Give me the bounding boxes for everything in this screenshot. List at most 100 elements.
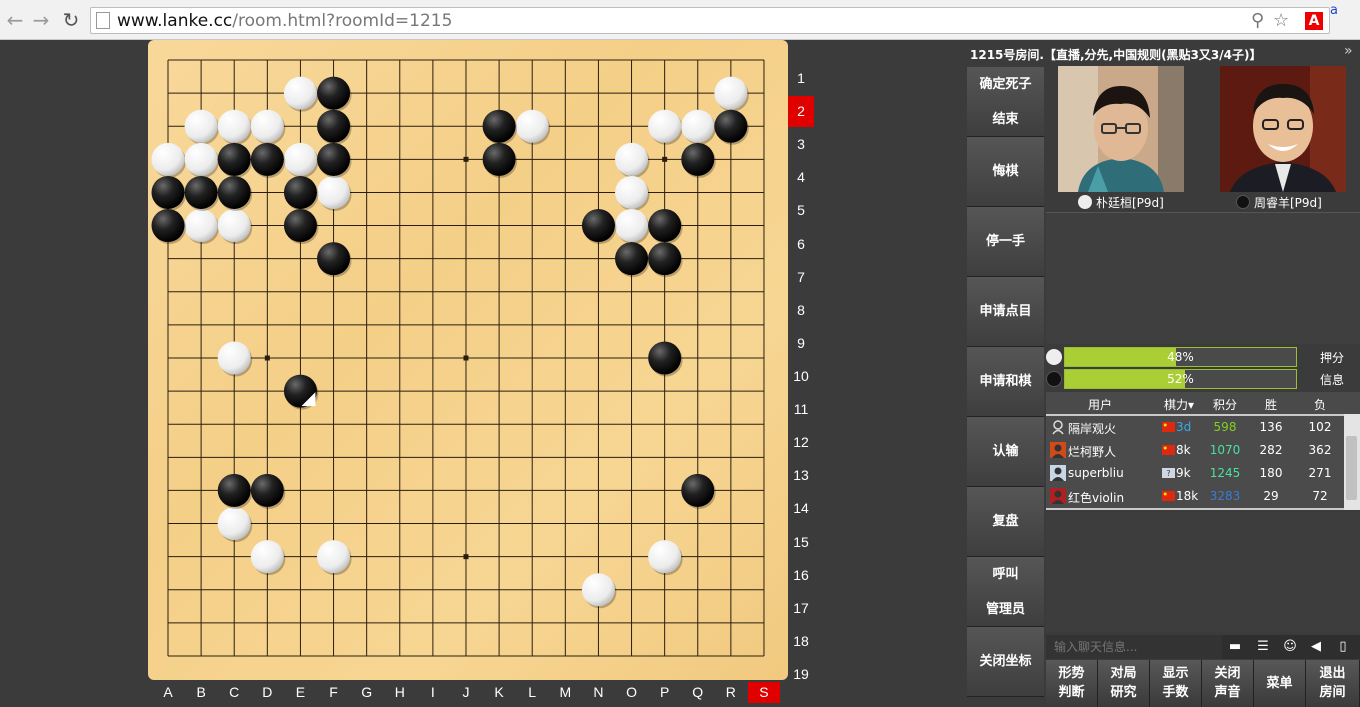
white-stone[interactable] [217, 507, 251, 541]
white-stone[interactable] [317, 540, 351, 574]
white-stone[interactable] [283, 142, 317, 176]
black-stone[interactable] [482, 142, 516, 176]
white-stone[interactable] [615, 175, 649, 209]
board-grid[interactable] [148, 40, 788, 680]
undo-button[interactable]: 悔棋 [967, 137, 1044, 207]
white-stone[interactable] [681, 109, 715, 143]
reload-icon[interactable]: ↻ [60, 9, 82, 31]
extension-icon[interactable]: A [1305, 12, 1323, 30]
address-bar[interactable]: www.lanke.cc/room.html?roomId=1215 ⚲ ☆ [90, 7, 1330, 34]
scrollbar-thumb[interactable] [1346, 436, 1357, 500]
white-stone[interactable] [648, 540, 682, 574]
black-stone[interactable] [217, 175, 251, 209]
black-stone[interactable] [482, 109, 516, 143]
black-stone[interactable] [681, 142, 715, 176]
speech-bubble-icon[interactable]: ▬ [1226, 638, 1244, 656]
header-user[interactable]: 用户 [1046, 396, 1154, 413]
white-stone[interactable] [515, 109, 549, 143]
url-text[interactable]: www.lanke.cc/room.html?roomId=1215 [117, 11, 452, 31]
chat-input[interactable] [1046, 635, 1222, 659]
user-name[interactable]: 烂柯野人 [1068, 443, 1116, 460]
trash-icon[interactable]: ▯ [1334, 638, 1352, 656]
smiley-icon[interactable]: ☺ [1281, 638, 1299, 656]
black-stone[interactable] [317, 76, 351, 110]
white-player-avatar[interactable] [1058, 66, 1184, 192]
black-stone[interactable] [283, 175, 317, 209]
white-stone[interactable] [615, 142, 649, 176]
white-stone[interactable] [151, 142, 185, 176]
white-stone[interactable] [283, 76, 317, 110]
hide-coordinates-button[interactable]: 关闭坐标 [967, 627, 1044, 697]
black-stone[interactable] [217, 473, 251, 507]
black-stone[interactable] [184, 175, 218, 209]
mark-dead-button[interactable]: 确定死子 结束 [967, 67, 1044, 137]
collapse-panel-icon[interactable]: » [1344, 43, 1353, 59]
request-count-button[interactable]: 申请点目 [967, 277, 1044, 347]
black-stone[interactable] [648, 209, 682, 243]
bet-link[interactable]: 押分 [1320, 349, 1344, 366]
go-board[interactable] [148, 40, 788, 680]
zoom-icon[interactable]: ⚲ [1251, 10, 1264, 31]
header-wins[interactable]: 胜 [1246, 396, 1296, 413]
white-stone[interactable] [714, 76, 748, 110]
white-player-name[interactable]: 朴廷桓[P9d] [1078, 194, 1164, 211]
megaphone-icon[interactable]: ◀ [1307, 638, 1325, 656]
black-stone[interactable] [317, 242, 351, 276]
white-stone[interactable] [184, 142, 218, 176]
sound-button[interactable]: 关闭 声音 [1202, 660, 1254, 707]
star-icon[interactable]: ☆ [1273, 10, 1289, 31]
forward-arrow-icon[interactable]: → [30, 9, 52, 31]
black-player-avatar[interactable] [1220, 66, 1346, 192]
leave-room-button[interactable]: 退出 房间 [1306, 660, 1360, 707]
table-row[interactable]: 红色violin 18k 3283 29 72 [1046, 485, 1344, 508]
user-name[interactable]: superbliu [1068, 466, 1124, 480]
black-stone[interactable] [681, 473, 715, 507]
white-stone[interactable] [217, 209, 251, 243]
table-row[interactable]: 烂柯野人 8k 1070 282 362 [1046, 439, 1344, 462]
black-stone[interactable] [615, 242, 649, 276]
user-name[interactable]: 隔岸观火 [1068, 420, 1116, 437]
black-stone[interactable] [151, 209, 185, 243]
black-stone[interactable] [250, 142, 284, 176]
analysis-button[interactable]: 形势 判断 [1046, 660, 1098, 707]
menu-button[interactable]: 菜单 [1254, 660, 1306, 707]
pass-button[interactable]: 停一手 [967, 207, 1044, 277]
call-admin-button[interactable]: 呼叫 管理员 [967, 557, 1044, 627]
move-numbers-button[interactable]: 显示 手数 [1150, 660, 1202, 707]
review-button[interactable]: 复盘 [967, 487, 1044, 557]
black-stone[interactable] [151, 175, 185, 209]
white-stone[interactable] [615, 209, 649, 243]
extension-badge-icon[interactable]: a [1330, 3, 1338, 18]
study-button[interactable]: 对局 研究 [1098, 660, 1150, 707]
user-name[interactable]: 红色violin [1068, 489, 1124, 506]
header-losses[interactable]: 负 [1296, 396, 1344, 413]
black-player-name[interactable]: 周睿羊[P9d] [1236, 194, 1322, 211]
table-scrollbar[interactable] [1344, 414, 1360, 510]
white-stone[interactable] [184, 109, 218, 143]
white-stone[interactable] [317, 175, 351, 209]
header-rank[interactable]: 棋力▾ [1154, 396, 1204, 413]
black-stone[interactable] [250, 473, 284, 507]
white-stone[interactable] [648, 109, 682, 143]
black-stone[interactable] [648, 341, 682, 375]
table-row[interactable]: 隔岸观火 3d 598 136 102 [1046, 416, 1344, 439]
white-stone[interactable] [184, 209, 218, 243]
white-stone[interactable] [250, 540, 284, 574]
request-draw-button[interactable]: 申请和棋 [967, 347, 1044, 417]
table-row[interactable]: superbliu? 9k 1245 180 271 [1046, 462, 1344, 485]
white-stone[interactable] [250, 109, 284, 143]
white-stone[interactable] [581, 573, 615, 607]
black-stone[interactable] [317, 109, 351, 143]
white-stone[interactable] [217, 109, 251, 143]
black-stone[interactable] [648, 242, 682, 276]
black-stone[interactable] [283, 209, 317, 243]
white-stone[interactable] [217, 341, 251, 375]
resign-button[interactable]: 认输 [967, 417, 1044, 487]
info-link[interactable]: 信息 [1320, 371, 1344, 388]
black-stone[interactable] [581, 209, 615, 243]
black-stone[interactable] [217, 142, 251, 176]
back-arrow-icon[interactable]: ← [4, 9, 26, 31]
black-stone[interactable] [317, 142, 351, 176]
black-stone[interactable] [714, 109, 748, 143]
list-icon[interactable]: ☰ [1254, 638, 1272, 656]
